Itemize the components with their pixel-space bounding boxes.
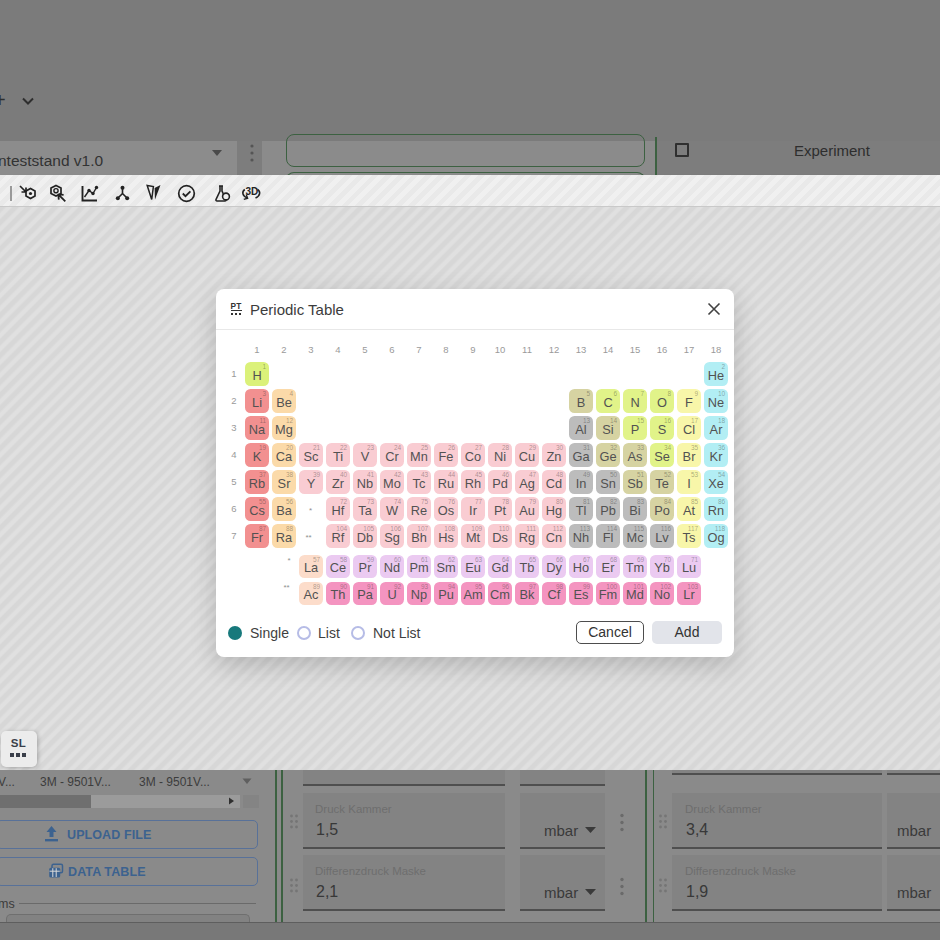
svg-text:3D: 3D	[246, 186, 259, 197]
